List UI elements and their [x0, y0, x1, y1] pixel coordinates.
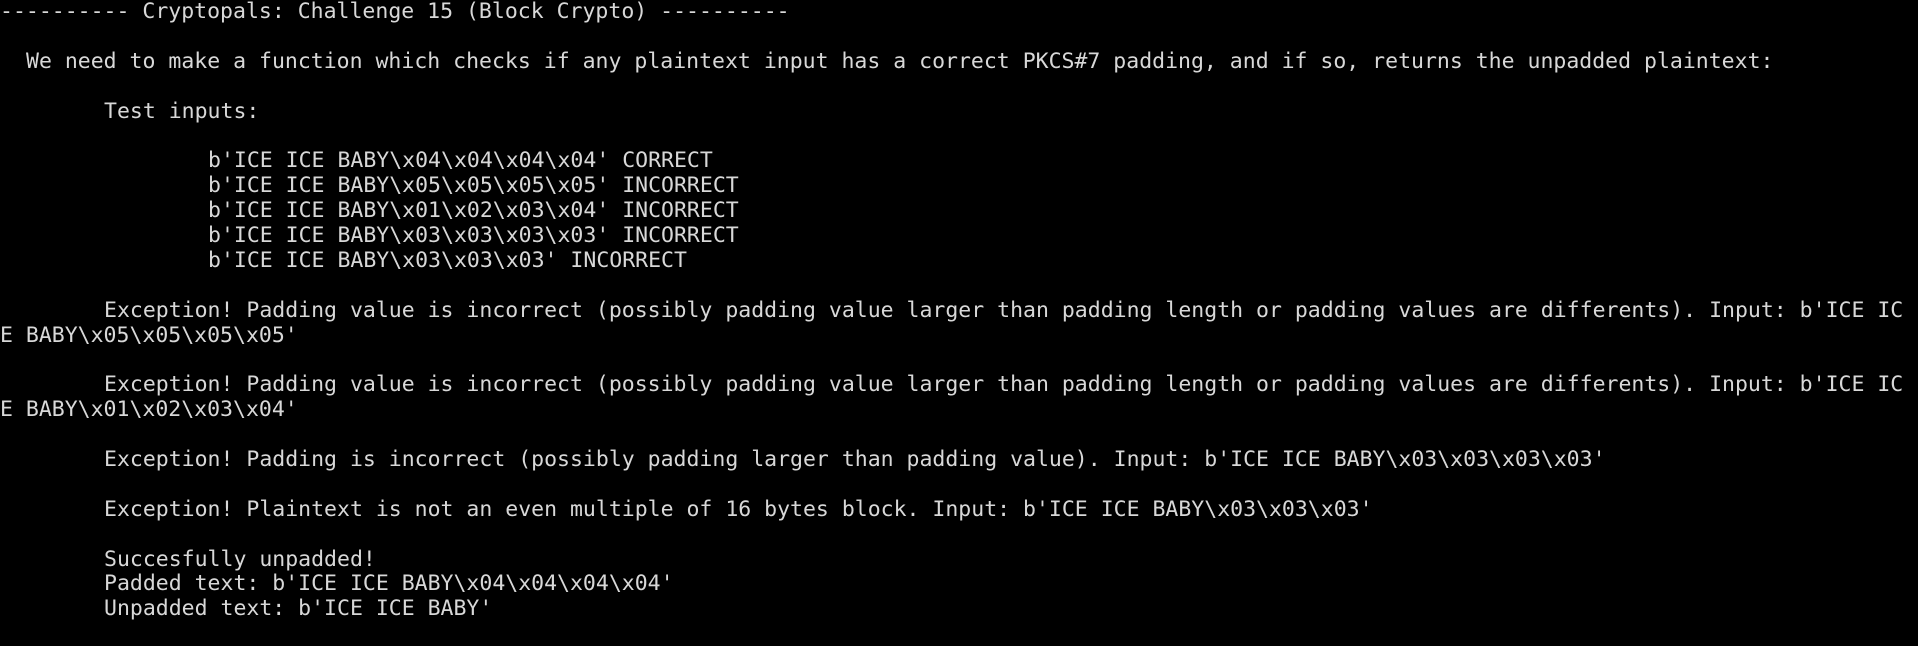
terminal-window[interactable]: ---------- Cryptopals: Challenge 15 (Blo…: [0, 0, 1918, 646]
test-input-line: b'ICE ICE BABY\x03\x03\x03\x03' INCORREC…: [208, 224, 739, 249]
test-input-line: b'ICE ICE BABY\x05\x05\x05\x05' INCORREC…: [208, 174, 739, 199]
exception-line: Exception! Padding value is incorrect (p…: [104, 373, 1904, 398]
padded-text: Padded text: b'ICE ICE BABY\x04\x04\x04\…: [104, 572, 674, 597]
exception-line-wrap: E BABY\x05\x05\x05\x05': [0, 323, 298, 348]
title-line: ---------- Cryptopals: Challenge 15 (Blo…: [0, 0, 790, 24]
exception-line-wrap: E BABY\x01\x02\x03\x04': [0, 398, 298, 423]
intro-text: We need to make a function which checks …: [26, 49, 1774, 74]
exception-line: Exception! Padding is incorrect (possibl…: [104, 448, 1606, 473]
test-input-line: b'ICE ICE BABY\x01\x02\x03\x04' INCORREC…: [208, 199, 739, 224]
test-input-line: b'ICE ICE BABY\x03\x03\x03' INCORRECT: [208, 248, 687, 273]
test-inputs-label: Test inputs:: [104, 99, 260, 124]
test-input-line: b'ICE ICE BABY\x04\x04\x04\x04' CORRECT: [208, 149, 713, 174]
unpadded-text: Unpadded text: b'ICE ICE BABY': [104, 597, 493, 622]
exception-line: Exception! Padding value is incorrect (p…: [104, 298, 1904, 323]
exception-line: Exception! Plaintext is not an even mult…: [104, 497, 1373, 522]
success-message: Succesfully unpadded!: [104, 547, 376, 572]
